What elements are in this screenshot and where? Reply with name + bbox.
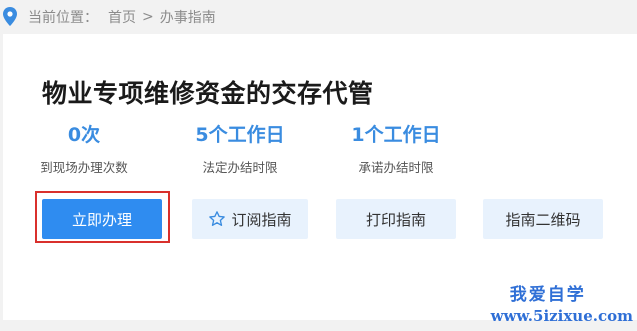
stat-label: 承诺办结时限 — [358, 160, 434, 175]
stat-value: 0次 — [67, 124, 101, 146]
stat-promised-deadline: 1个工作日 承诺办结时限 — [326, 120, 466, 176]
page-title: 物业专项维修资金的交存代管 — [42, 79, 374, 108]
star-icon — [208, 210, 226, 228]
apply-now-button[interactable]: 立即办理 — [42, 199, 162, 239]
watermark-url: www.5izixue.com — [490, 307, 633, 325]
stat-value: 1个工作日 — [351, 124, 441, 146]
location-pin-icon — [3, 7, 17, 27]
guide-qrcode-button[interactable]: 指南二维码 — [483, 199, 603, 239]
subscribe-guide-button[interactable]: 订阅指南 — [192, 199, 308, 239]
watermark-name: 我爱自学 — [509, 285, 586, 305]
breadcrumb-prefix: 当前位置： — [28, 10, 98, 26]
breadcrumb-home-link[interactable]: 首页 — [108, 7, 136, 27]
stat-legal-deadline: 5个工作日 法定办结时限 — [170, 120, 310, 176]
stat-label: 到现场办理次数 — [40, 160, 128, 175]
breadcrumb-separator: > — [142, 9, 154, 25]
stat-label: 法定办结时限 — [202, 160, 278, 175]
subscribe-guide-label: 订阅指南 — [231, 210, 292, 229]
print-guide-button[interactable]: 打印指南 — [336, 199, 456, 239]
stat-value: 5个工作日 — [195, 124, 285, 146]
stat-visit-count: 0次 到现场办理次数 — [14, 120, 154, 176]
guide-card: 物业专项维修资金的交存代管 0次 到现场办理次数 5个工作日 法定办结时限 1个… — [3, 34, 637, 320]
breadcrumb: 当前位置： 首页 > 办事指南 — [0, 0, 637, 34]
breadcrumb-current: 办事指南 — [159, 10, 216, 26]
watermark: 我爱自学 www.5izixue.com — [491, 280, 633, 325]
